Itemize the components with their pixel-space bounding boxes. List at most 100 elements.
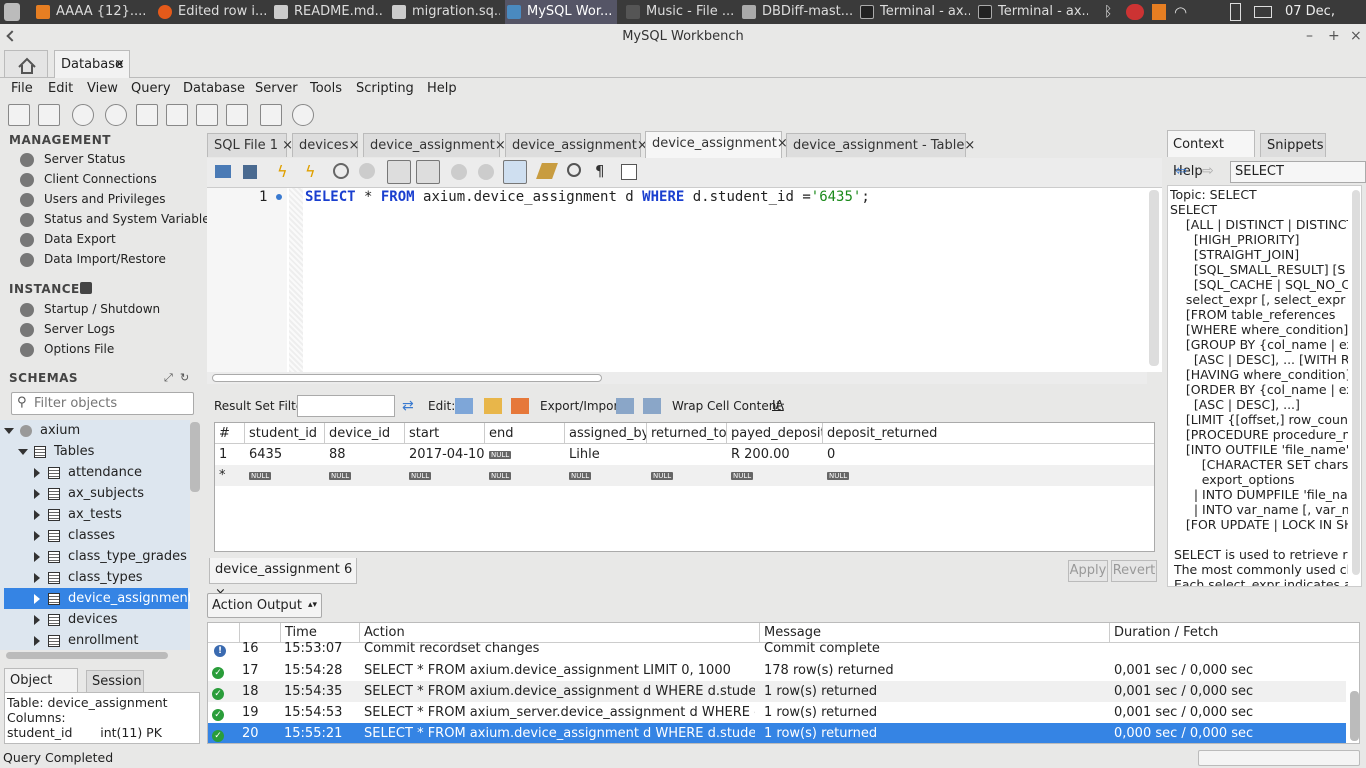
expand-icon[interactable]: [34, 572, 40, 583]
open-sql-script-icon[interactable]: [38, 104, 60, 126]
reconnect-icon[interactable]: [292, 104, 314, 126]
column-header[interactable]: assigned_by: [565, 423, 647, 444]
close-icon[interactable]: ×: [114, 51, 125, 79]
output-row-selected[interactable]: ✓ 20 15:55:21 SELECT * FROM axium.device…: [208, 723, 1346, 743]
output-row[interactable]: ✓ 17 15:54:28 SELECT * FROM axium.device…: [208, 660, 1346, 681]
tab-context-help[interactable]: Context Help: [1167, 130, 1255, 179]
expand-icon[interactable]: [34, 530, 40, 541]
home-tab[interactable]: [4, 50, 48, 78]
rollback-icon[interactable]: [478, 164, 494, 180]
cell-null[interactable]: NULL: [565, 465, 647, 486]
expand-icon[interactable]: [34, 635, 40, 646]
back-arrow-icon[interactable]: ⇦: [1175, 163, 1187, 179]
tab-device-assignment-1[interactable]: device_assignment×: [363, 133, 506, 157]
find-icon[interactable]: [567, 163, 581, 177]
nav-server-logs[interactable]: Server Logs: [20, 319, 115, 339]
menu-edit[interactable]: Edit: [48, 81, 73, 96]
taskbar-item-firefox[interactable]: Edited row i...: [156, 0, 266, 24]
column-header[interactable]: student_id: [245, 423, 325, 444]
column-header[interactable]: #: [215, 423, 245, 444]
create-table-icon[interactable]: [136, 104, 158, 126]
schema-axium[interactable]: axium: [4, 420, 80, 441]
output-scrollbar[interactable]: [1350, 691, 1359, 741]
output-row[interactable]: ! 16 15:53:07 Commit recordset changes C…: [208, 641, 1346, 662]
tree-scrollbar[interactable]: [190, 422, 200, 492]
create-function-icon[interactable]: [226, 104, 248, 126]
execute-icon[interactable]: ϟ: [277, 162, 288, 181]
expand-icon[interactable]: [34, 509, 40, 520]
taskbar-item-vlc[interactable]: AAAA {12}....: [34, 0, 146, 24]
create-procedure-icon[interactable]: [196, 104, 218, 126]
battery-icon[interactable]: [1230, 3, 1241, 21]
taskbar-item-music[interactable]: Music - File ...: [624, 0, 736, 24]
maximize-button[interactable]: +: [1328, 28, 1340, 44]
delete-row-icon[interactable]: [511, 398, 529, 414]
help-scrollbar[interactable]: [1352, 190, 1360, 575]
tab-database[interactable]: Database ×: [54, 50, 130, 78]
menu-file[interactable]: File: [11, 81, 33, 96]
tab-device-assignment-2[interactable]: device_assignment×: [505, 133, 648, 157]
cell-payed-deposit[interactable]: R 200.00: [727, 444, 823, 465]
editor-vscrollbar[interactable]: [1149, 190, 1159, 366]
cell-returned-to[interactable]: [647, 444, 727, 465]
nav-startup-shutdown[interactable]: Startup / Shutdown: [20, 299, 160, 319]
tables-group[interactable]: Tables: [18, 441, 94, 462]
cell-null[interactable]: NULL: [823, 465, 923, 486]
cell-deposit-returned[interactable]: 0: [823, 444, 923, 465]
close-window-button[interactable]: ×: [1350, 28, 1362, 44]
cell-null[interactable]: NULL: [405, 465, 485, 486]
result-tab[interactable]: device_assignment 6 ×: [209, 558, 357, 601]
expand-icon[interactable]: [34, 488, 40, 499]
explain-icon[interactable]: [333, 163, 349, 179]
sql-line[interactable]: SELECT * FROM axium.device_assignment d …: [305, 188, 870, 206]
commit-icon[interactable]: [451, 164, 467, 180]
expand-icon[interactable]: [34, 593, 40, 604]
nav-data-import[interactable]: Data Import/Restore: [20, 249, 166, 269]
schema-filter[interactable]: ⚲: [11, 392, 194, 415]
menu-tools[interactable]: Tools: [310, 81, 342, 96]
expand-icon[interactable]: [34, 467, 40, 478]
wifi-icon[interactable]: ◠: [1174, 3, 1187, 21]
table-item[interactable]: enrollment: [34, 630, 138, 650]
execute-current-icon[interactable]: ϟ: [305, 162, 316, 181]
expand-icon[interactable]: [4, 427, 14, 434]
cell-null[interactable]: NULL: [647, 465, 727, 486]
tab-object-info[interactable]: Object Info: [4, 668, 78, 712]
limit-rows-icon[interactable]: [416, 160, 440, 184]
new-row[interactable]: * NULL NULL NULL NULL NULL NULL NULL NUL…: [215, 465, 1154, 486]
nav-status-variables[interactable]: Status and System Variables: [20, 209, 216, 229]
menu-database[interactable]: Database: [183, 81, 245, 96]
export-icon[interactable]: [616, 398, 634, 414]
tab-sql-file[interactable]: SQL File 1 ×: [207, 133, 293, 157]
table-item[interactable]: ax_tests: [34, 504, 122, 525]
new-sql-tab-icon[interactable]: [8, 104, 30, 126]
stop-icon[interactable]: [359, 163, 375, 179]
wrap-lines-icon[interactable]: [621, 164, 637, 180]
result-filter-input[interactable]: [297, 395, 395, 417]
close-icon[interactable]: ×: [964, 138, 975, 153]
table-item[interactable]: attendance: [34, 462, 142, 483]
edit-row-icon[interactable]: [455, 398, 473, 414]
bluetooth-icon[interactable]: ᛒ: [1104, 4, 1116, 20]
schema-filter-input[interactable]: [34, 395, 189, 412]
forward-arrow-icon[interactable]: ⇨: [1202, 163, 1214, 179]
table-item[interactable]: classes: [34, 525, 115, 546]
refresh-filter-icon[interactable]: ⇄: [402, 398, 414, 414]
column-header[interactable]: end: [485, 423, 565, 444]
refresh-schemas-icon[interactable]: ↻: [180, 371, 189, 384]
expand-icon[interactable]: [18, 448, 28, 455]
sql-editor[interactable]: 1 SELECT * FROM axium.device_assignment …: [207, 188, 1162, 372]
vlc-tray-icon[interactable]: [1152, 4, 1166, 20]
toggle-autocommit-icon[interactable]: [387, 160, 411, 184]
beautify-icon[interactable]: [503, 160, 527, 184]
taskbar-item-migration[interactable]: migration.sq...: [390, 0, 500, 24]
expand-icon[interactable]: [34, 614, 40, 625]
mail-icon[interactable]: [1254, 6, 1272, 18]
nav-client-connections[interactable]: Client Connections: [20, 169, 157, 189]
table-item[interactable]: devices: [34, 609, 117, 630]
tab-session[interactable]: Session: [86, 670, 144, 692]
menu-help[interactable]: Help: [427, 81, 457, 96]
format-icon[interactable]: [536, 163, 558, 179]
table-item[interactable]: class_type_grades: [34, 546, 187, 567]
column-header[interactable]: [208, 623, 240, 643]
